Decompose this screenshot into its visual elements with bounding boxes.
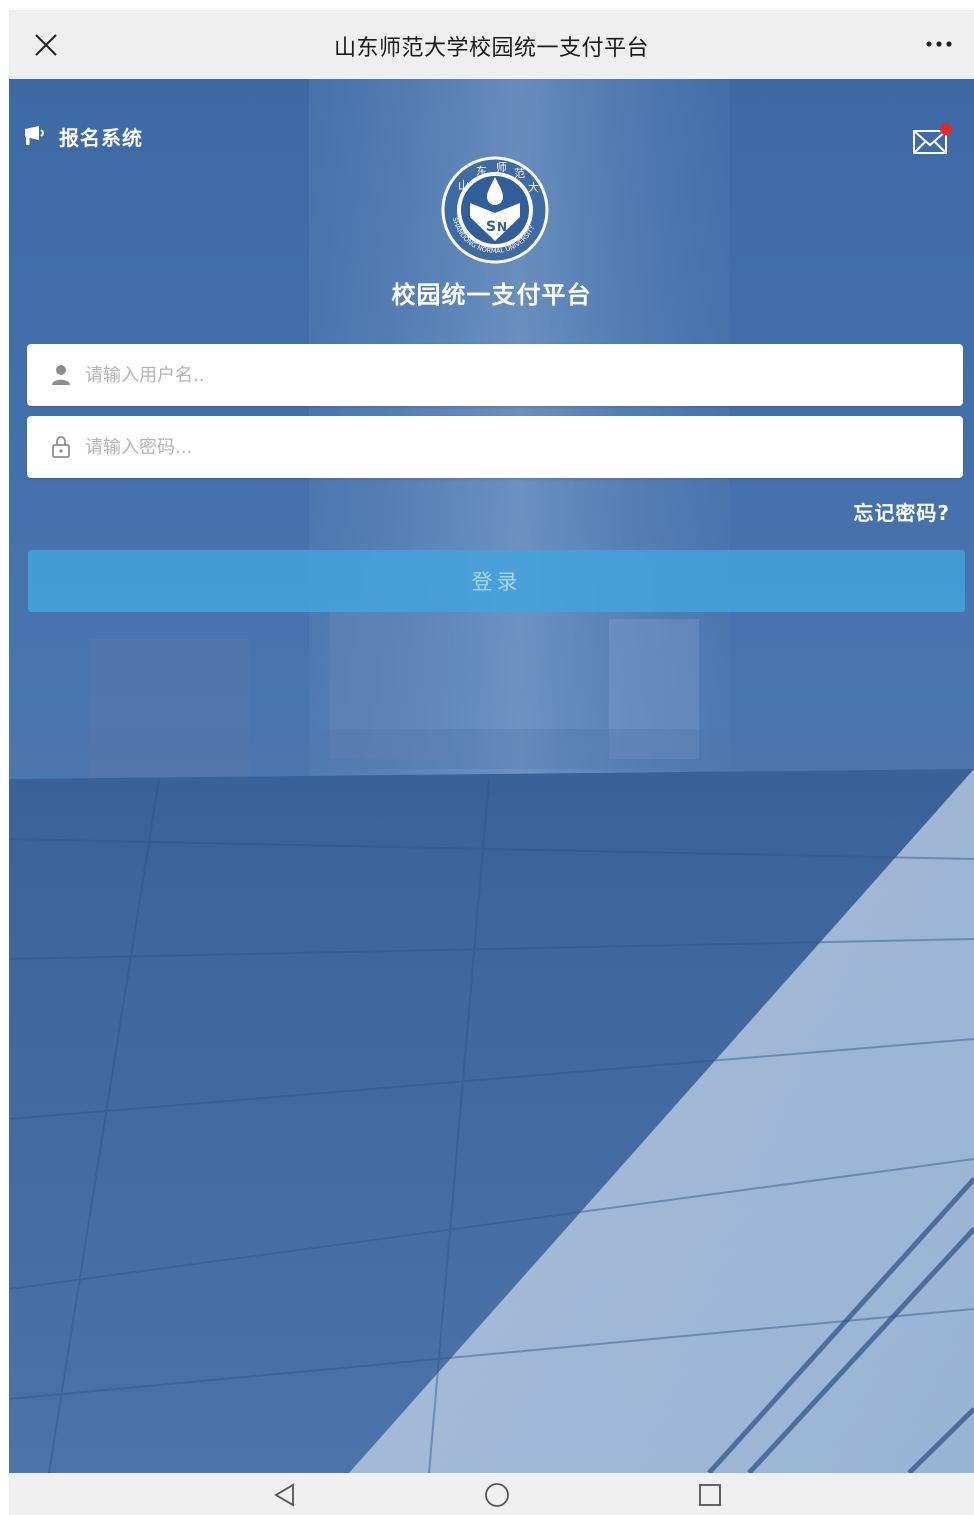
back-triangle-icon[interactable] — [271, 1481, 299, 1509]
svg-text:N: N — [497, 220, 507, 234]
title-bar: 山东师范大学校园统一支付平台 — [9, 10, 974, 79]
app-frame: 山东师范大学校园统一支付平台 报名系统 S N SHANDONG NORMAL … — [9, 10, 974, 1515]
home-circle-icon[interactable] — [483, 1481, 511, 1509]
platform-name: 校园统一支付平台 — [391, 281, 592, 309]
svg-text:山: 山 — [458, 179, 469, 192]
svg-text:范: 范 — [514, 166, 525, 180]
lock-icon — [52, 436, 70, 458]
university-seal-logo: S N SHANDONG NORMAL UNIVERSITY 山东师范大 — [441, 156, 549, 264]
login-background: 报名系统 S N SHANDONG NORMAL UNIVERSITY 山东师范… — [9, 79, 974, 1473]
signup-system-link[interactable]: 报名系统 — [23, 121, 143, 151]
signup-system-label: 报名系统 — [59, 125, 143, 150]
user-icon — [52, 365, 70, 385]
forgot-password-link[interactable]: 忘记密码? — [853, 497, 950, 526]
password-input[interactable] — [85, 427, 905, 467]
username-input[interactable] — [85, 355, 905, 395]
notification-badge — [940, 123, 952, 135]
svg-text:S: S — [486, 219, 496, 235]
recents-square-icon[interactable] — [696, 1481, 724, 1509]
svg-text:大: 大 — [528, 180, 539, 194]
svg-text:东: 东 — [476, 165, 487, 178]
window-title: 山东师范大学校园统一支付平台 — [333, 36, 649, 61]
login-button[interactable]: 登录 — [28, 550, 965, 612]
more-icon[interactable] — [924, 34, 954, 54]
username-field[interactable] — [27, 344, 963, 406]
password-field[interactable] — [27, 416, 963, 478]
megaphone-icon — [25, 126, 44, 145]
svg-text:师: 师 — [496, 161, 507, 174]
mail-icon[interactable] — [912, 123, 952, 155]
system-nav-bar — [9, 1473, 974, 1515]
